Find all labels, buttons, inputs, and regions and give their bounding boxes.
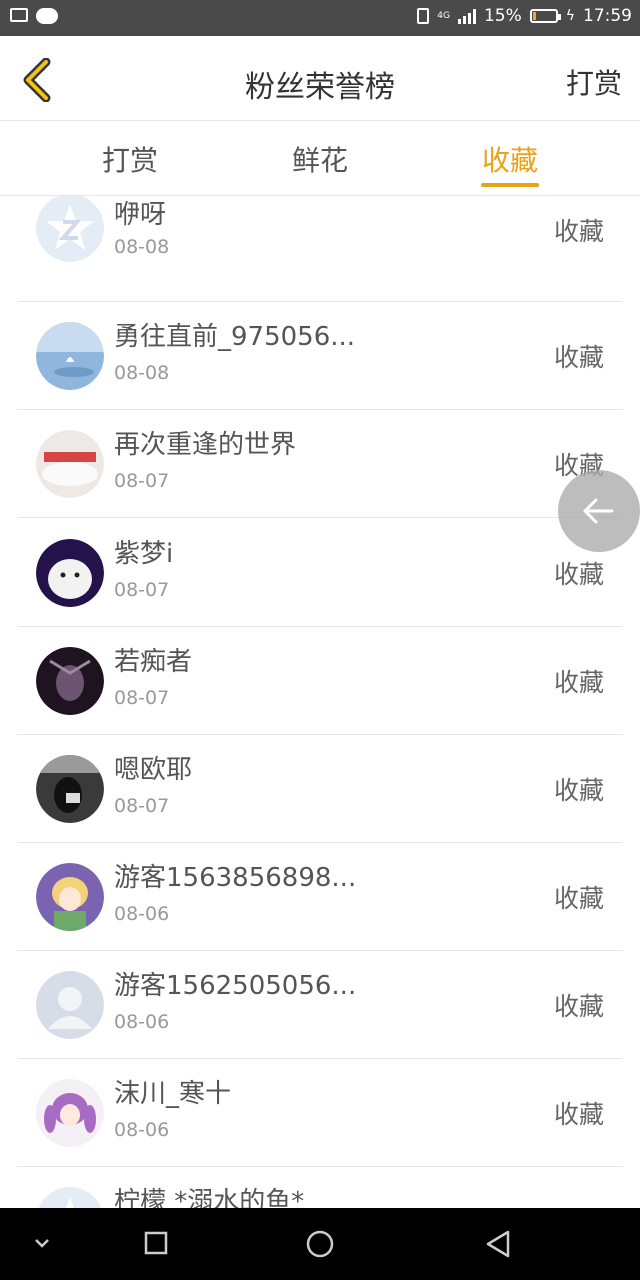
back-icon[interactable]: [486, 1230, 510, 1258]
user-date: 08-08: [114, 362, 170, 384]
favorite-label: 收藏: [553, 560, 604, 589]
user-name: 勇往直前_975056...: [114, 322, 356, 352]
purple-hair-avatar: [36, 1079, 104, 1147]
favorite-label: 收藏: [553, 217, 604, 246]
list-item[interactable]: 沫川_寒十 08-06 收藏: [0, 1059, 640, 1167]
favorite-label: 收藏: [553, 1100, 604, 1129]
user-name: 沫川_寒十: [114, 1079, 232, 1109]
user-name: 游客1562505056...: [114, 971, 357, 1001]
user-date: 08-06: [114, 903, 170, 925]
swan-lake-avatar: [36, 322, 104, 390]
user-name: 紫梦i: [114, 539, 174, 569]
battery-icon: [529, 9, 561, 23]
favorite-label: 收藏: [553, 992, 604, 1021]
user-date: 08-06: [114, 1011, 170, 1033]
bw-portrait-avatar: [36, 755, 104, 823]
favorite-label: 收藏: [553, 776, 604, 805]
floating-back-button[interactable]: [558, 470, 640, 552]
reward-button[interactable]: 打赏: [566, 62, 622, 102]
list-item[interactable]: 咿呀 08-08 收藏: [0, 196, 640, 302]
favorite-label: 收藏: [553, 668, 604, 697]
user-name: 游客1563856898...: [114, 863, 357, 893]
tab-favorites[interactable]: 收藏: [450, 139, 570, 179]
charging-icon: ϟ: [565, 8, 575, 24]
active-tab-indicator: [481, 183, 539, 187]
list-item[interactable]: 游客1563856898... 08-06 收藏: [0, 843, 640, 951]
battery-percent: 15%: [483, 6, 522, 26]
tab-flowers[interactable]: 鲜花: [260, 139, 380, 179]
dark-figure-avatar: [36, 647, 104, 715]
fan-list[interactable]: 咿呀 08-08 收藏 勇往直前_975056... 08-08 收藏 再次重逢…: [0, 196, 640, 1208]
user-name: 若痴者: [114, 647, 193, 677]
home-icon[interactable]: [306, 1230, 334, 1258]
user-date: 08-06: [114, 1119, 170, 1141]
page-title: 粉丝荣誉榜: [245, 70, 395, 105]
user-name: 柠檬 *溺水的鱼*: [114, 1187, 305, 1208]
anime-girl-avatar: [36, 863, 104, 931]
user-date: 08-08: [114, 236, 170, 258]
chevron-down-icon[interactable]: [35, 1239, 49, 1248]
user-date: 08-07: [114, 470, 170, 492]
list-item[interactable]: 柠檬 *溺水的鱼* 收藏: [0, 1167, 640, 1208]
list-item[interactable]: 若痴者 08-07 收藏: [0, 627, 640, 735]
clock: 17:59: [583, 6, 632, 26]
wechat-icon: [36, 8, 58, 24]
user-name: 咿呀: [114, 200, 167, 230]
user-date: 08-07: [114, 687, 170, 709]
qq-default-avatar: [36, 1187, 104, 1208]
white-bear-avatar: [36, 539, 104, 607]
list-item[interactable]: 勇往直前_975056... 08-08 收藏: [0, 302, 640, 410]
qq-default-avatar: [36, 196, 104, 262]
status-bar: 4G 15% ϟ 17:59: [0, 0, 640, 36]
default-person-avatar: [36, 971, 104, 1039]
arrow-left-icon: [583, 498, 614, 524]
tab-bar: 打赏 鲜花 收藏: [0, 121, 640, 196]
user-date: 08-07: [114, 795, 170, 817]
list-item[interactable]: 紫梦i 08-07 收藏: [0, 519, 640, 627]
user-name: 嗯欧耶: [114, 755, 193, 785]
vibrate-icon: [417, 8, 430, 24]
list-item[interactable]: 游客1562505056... 08-06 收藏: [0, 951, 640, 1059]
network-type: 4G: [437, 10, 450, 21]
signal-icon: [457, 8, 476, 24]
recent-apps-icon[interactable]: [144, 1231, 168, 1255]
tab-reward[interactable]: 打赏: [70, 139, 190, 179]
divider: [18, 517, 622, 518]
user-name: 再次重逢的世界: [114, 430, 297, 460]
user-date: 08-07: [114, 579, 170, 601]
gallery-icon: [10, 8, 28, 22]
system-nav-bar: [0, 1208, 640, 1280]
list-item[interactable]: 嗯欧耶 08-07 收藏: [0, 735, 640, 843]
favorite-label: 收藏: [553, 343, 604, 372]
list-item[interactable]: 再次重逢的世界 08-07 收藏: [0, 410, 640, 518]
dancers-avatar: [36, 430, 104, 498]
header: 粉丝荣誉榜 打赏: [0, 36, 640, 121]
favorite-label: 收藏: [553, 884, 604, 913]
